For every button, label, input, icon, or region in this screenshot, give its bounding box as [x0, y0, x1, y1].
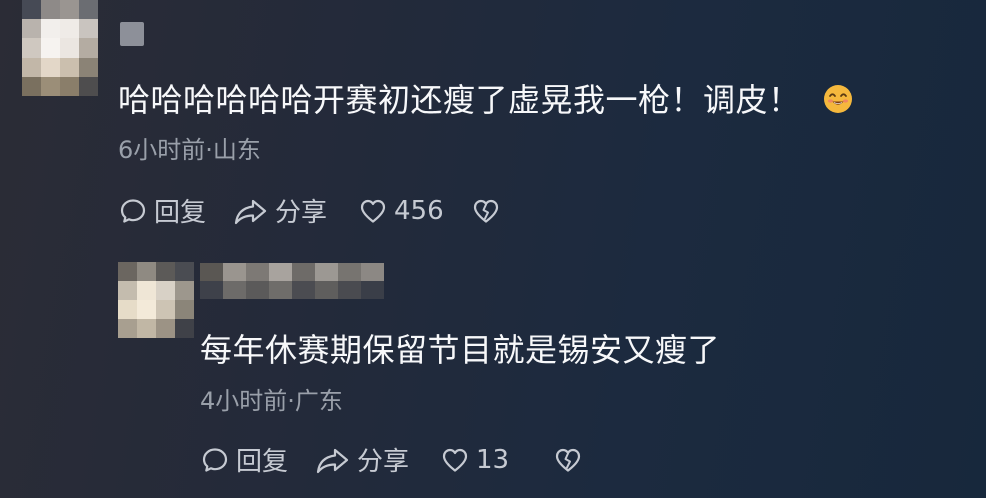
- share-arrow-icon: [234, 199, 267, 224]
- comment-text: 每年休赛期保留节目就是锡安又瘦了: [200, 331, 721, 369]
- share-arrow-icon: [316, 448, 349, 473]
- grinning-smile-emoji-icon: [823, 85, 852, 113]
- dislike-button[interactable]: [553, 445, 583, 475]
- username[interactable]: [200, 263, 384, 299]
- reply-bubble-icon: [120, 198, 146, 223]
- broken-heart-icon: [555, 448, 581, 472]
- comment-meta: 4小时前·广东: [200, 387, 343, 415]
- like-button[interactable]: 456: [358, 196, 471, 226]
- avatar[interactable]: [118, 262, 194, 338]
- comment-text: 哈哈哈哈哈哈开赛初还瘦了虚晃我一枪！调皮！: [118, 75, 853, 121]
- comment-actions: 回复 分享 13: [200, 441, 583, 478]
- share-button[interactable]: 分享: [233, 192, 358, 229]
- heart-outline-icon: [360, 199, 386, 223]
- broken-heart-icon: [473, 199, 499, 223]
- reply-bubble-icon: [202, 447, 228, 472]
- share-button[interactable]: 分享: [315, 441, 440, 478]
- comment-item: 哈哈哈哈哈哈开赛初还瘦了虚晃我一枪！调皮！ 6小时前·山东 回复 分享 456: [0, 0, 986, 250]
- like-button[interactable]: 13: [440, 445, 553, 475]
- dislike-button[interactable]: [471, 196, 501, 226]
- username[interactable]: [120, 22, 144, 46]
- comment-actions: 回复 分享 456: [118, 192, 501, 229]
- avatar[interactable]: [22, 0, 98, 96]
- reply-button[interactable]: 回复: [118, 192, 233, 229]
- heart-outline-icon: [442, 448, 468, 472]
- comment-meta: 6小时前·山东: [118, 136, 261, 164]
- reply-button[interactable]: 回复: [200, 441, 315, 478]
